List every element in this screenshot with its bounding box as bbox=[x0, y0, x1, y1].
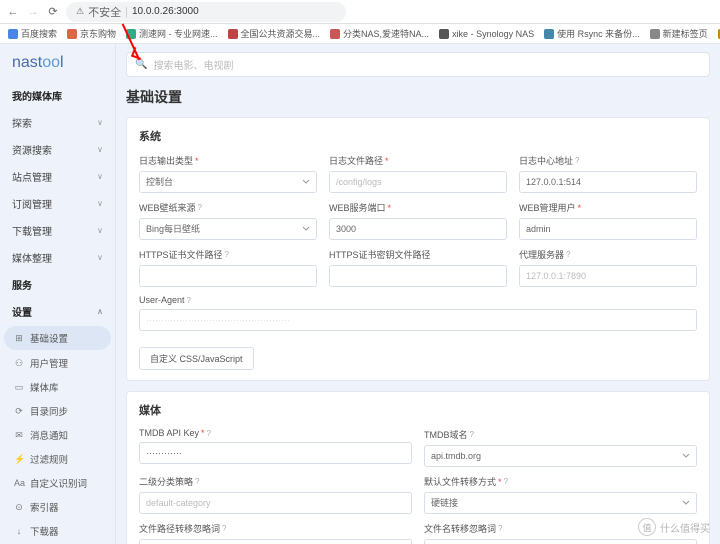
submenu-icon: ⊙ bbox=[14, 502, 24, 513]
log-output-select[interactable]: 控制台 bbox=[139, 171, 317, 193]
menu-item[interactable]: 设置∧ bbox=[0, 298, 115, 325]
bookmark-icon bbox=[228, 29, 238, 39]
bookmark-item[interactable]: 百度搜索 bbox=[8, 27, 57, 40]
bookmarks-bar: 百度搜索京东购物测速网 - 专业网速... 全国公共资源交易... 分类NAS,爱速… bbox=[0, 24, 720, 44]
submenu-item[interactable]: Aa自定义识别词 bbox=[0, 471, 115, 495]
bookmark-icon bbox=[544, 29, 554, 39]
address-bar[interactable]: ⚠ 不安全 | 10.0.0.26:3000 bbox=[66, 2, 346, 22]
submenu-icon: ✉ bbox=[14, 430, 24, 441]
submenu-item[interactable]: ⊞基础设置 bbox=[4, 326, 111, 350]
back-button[interactable]: ← bbox=[6, 6, 20, 18]
media-title: 媒体 bbox=[139, 402, 697, 418]
web-port-input[interactable] bbox=[329, 218, 507, 240]
watermark-icon: 值 bbox=[638, 518, 656, 536]
log-path-input[interactable] bbox=[329, 171, 507, 193]
security-text: 不安全 bbox=[88, 4, 121, 20]
wallpaper-select[interactable]: Bing每日壁纸 bbox=[139, 218, 317, 240]
watermark: 值 什么值得买 bbox=[638, 518, 710, 536]
submenu-item[interactable]: ✉消息通知 bbox=[0, 423, 115, 447]
bookmark-item[interactable]: 使用 Rsync 来备份... bbox=[544, 27, 640, 40]
submenu-item[interactable]: ▭媒体库 bbox=[0, 375, 115, 399]
bookmark-item[interactable]: 测速网 - 专业网速... bbox=[126, 27, 218, 40]
chevron-icon: ∨ bbox=[97, 199, 103, 208]
chevron-icon: ∨ bbox=[97, 172, 103, 181]
menu-item[interactable]: 媒体整理∨ bbox=[0, 244, 115, 271]
name-ignore-input[interactable] bbox=[424, 539, 697, 544]
menu-item[interactable]: 服务 bbox=[0, 271, 115, 298]
chevron-icon: ∨ bbox=[97, 226, 103, 235]
bookmark-item[interactable]: 分类NAS,爱速特NA... bbox=[330, 27, 429, 40]
chevron-icon: ∨ bbox=[97, 253, 103, 262]
bookmark-icon bbox=[126, 29, 136, 39]
bookmark-icon bbox=[67, 29, 77, 39]
custom-css-button[interactable]: 自定义 CSS/JavaScript bbox=[139, 347, 254, 370]
bookmark-item[interactable]: 京东购物 bbox=[67, 27, 116, 40]
path-ignore-input[interactable] bbox=[139, 539, 412, 544]
transfer-mode-select[interactable]: 硬链接 bbox=[424, 492, 697, 514]
search-icon: 🔍 bbox=[135, 59, 147, 70]
tmdb-domain-select[interactable]: api.tmdb.org bbox=[424, 445, 697, 467]
url-text: 10.0.0.26:3000 bbox=[132, 6, 199, 17]
search-placeholder: 搜索电影、电视剧 bbox=[153, 57, 233, 72]
sidebar: nastool 我的媒体库探索∨资源搜索∨站点管理∨订阅管理∨下载管理∨媒体整理… bbox=[0, 44, 116, 544]
submenu-icon: ▭ bbox=[14, 382, 24, 393]
chevron-icon: ∨ bbox=[97, 145, 103, 154]
forward-button[interactable]: → bbox=[26, 6, 40, 18]
log-center-input[interactable] bbox=[519, 171, 697, 193]
logo: nastool bbox=[0, 44, 115, 82]
page-title: 基础设置 bbox=[126, 87, 710, 107]
chevron-icon: ∧ bbox=[97, 307, 103, 316]
proxy-input[interactable] bbox=[519, 265, 697, 287]
bookmark-item[interactable]: xike - Synology NAS bbox=[439, 29, 534, 39]
category-input[interactable] bbox=[139, 492, 412, 514]
https-key-input[interactable] bbox=[329, 265, 507, 287]
menu-item[interactable]: 下载管理∨ bbox=[0, 217, 115, 244]
submenu-item[interactable]: ↓下载器 bbox=[0, 519, 115, 543]
web-user-input[interactable] bbox=[519, 218, 697, 240]
security-warning-icon: ⚠ bbox=[76, 6, 84, 17]
bookmark-item[interactable]: 新建标签页 bbox=[650, 27, 708, 40]
reload-button[interactable]: ⟳ bbox=[46, 5, 60, 18]
tmdb-key-input[interactable] bbox=[139, 442, 412, 464]
system-card: 系统 日志输出类型*控制台 日志文件路径* 日志中心地址? WEB壁纸来源?Bi… bbox=[126, 117, 710, 381]
submenu-item[interactable]: ⟳目录同步 bbox=[0, 399, 115, 423]
menu-item[interactable]: 我的媒体库 bbox=[0, 82, 115, 109]
bookmark-icon bbox=[439, 29, 449, 39]
menu-item[interactable]: 探索∨ bbox=[0, 109, 115, 136]
submenu-icon: ⚡ bbox=[14, 454, 24, 465]
submenu-icon: ↓ bbox=[14, 526, 24, 536]
https-cert-input[interactable] bbox=[139, 265, 317, 287]
menu-item[interactable]: 站点管理∨ bbox=[0, 163, 115, 190]
bookmark-icon bbox=[8, 29, 18, 39]
search-bar[interactable]: 🔍 搜索电影、电视剧 bbox=[126, 52, 710, 77]
submenu-item[interactable]: ⊙索引器 bbox=[0, 495, 115, 519]
bookmark-icon bbox=[650, 29, 660, 39]
bookmark-icon bbox=[330, 29, 340, 39]
submenu-icon: ⟳ bbox=[14, 406, 24, 417]
system-title: 系统 bbox=[139, 128, 697, 144]
chevron-icon: ∨ bbox=[97, 118, 103, 127]
bookmark-item[interactable]: 全国公共资源交易... bbox=[228, 27, 321, 40]
submenu-icon: ⊞ bbox=[14, 333, 24, 344]
main-content: 🔍 搜索电影、电视剧 基础设置 系统 日志输出类型*控制台 日志文件路径* 日志… bbox=[116, 44, 720, 544]
useragent-input[interactable] bbox=[139, 309, 697, 331]
submenu-item[interactable]: ⚇用户管理 bbox=[0, 351, 115, 375]
submenu-icon: Aa bbox=[14, 478, 24, 488]
menu-item[interactable]: 资源搜索∨ bbox=[0, 136, 115, 163]
menu-item[interactable]: 订阅管理∨ bbox=[0, 190, 115, 217]
submenu-item[interactable]: ⚡过滤规则 bbox=[0, 447, 115, 471]
media-card: 媒体 TMDB API Key*? TMDB域名?api.tmdb.org 二级… bbox=[126, 391, 710, 544]
submenu-icon: ⚇ bbox=[14, 358, 24, 369]
